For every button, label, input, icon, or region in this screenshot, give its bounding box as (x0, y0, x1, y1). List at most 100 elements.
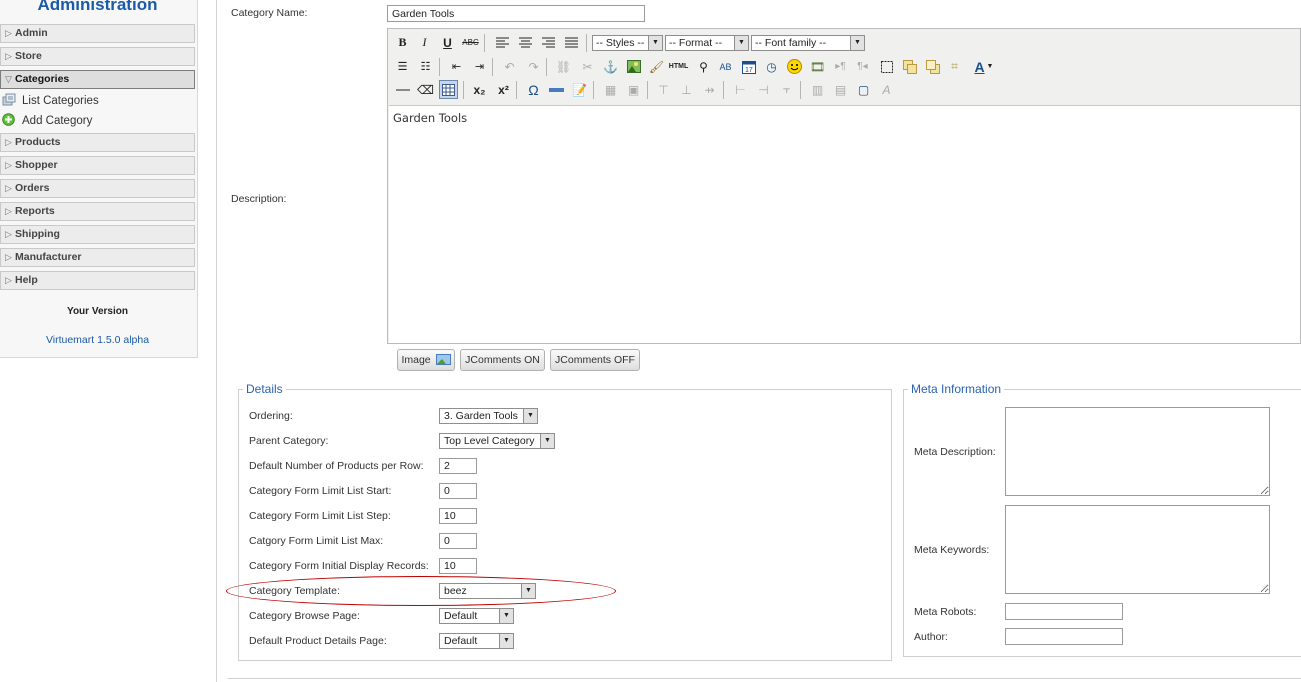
limit-list-max-input[interactable] (439, 533, 477, 549)
move-layer-icon[interactable] (923, 57, 942, 76)
ordering-select[interactable]: 3. Garden Tools ▼ (439, 408, 538, 424)
sidebar-item-store[interactable]: ▷ Store (0, 47, 195, 66)
toolbar-separator (723, 81, 724, 99)
meta-description-textarea[interactable] (1005, 407, 1270, 496)
fullscreen-icon[interactable] (877, 57, 896, 76)
bullet-list-icon[interactable]: ☰ (393, 57, 412, 76)
link-icon[interactable]: ⛓ (554, 57, 573, 76)
delete-col-icon[interactable]: ⫟ (777, 80, 796, 99)
row-after-icon[interactable]: ⊥ (677, 80, 696, 99)
horizontal-rule-icon[interactable] (393, 80, 412, 99)
font-family-select[interactable]: -- Font family -- ▼ (751, 35, 865, 51)
table-props-icon[interactable]: ▣ (624, 80, 643, 99)
styles-select[interactable]: -- Styles -- ▼ (592, 35, 663, 51)
sidebar-item-help[interactable]: ▷ Help (0, 271, 195, 290)
sidebar-subitem-add-category[interactable]: Add Category (0, 112, 195, 130)
parent-category-select[interactable]: Top Level Category ▼ (439, 433, 555, 449)
products-per-row-input[interactable] (439, 458, 477, 474)
limit-list-start-input[interactable] (439, 483, 477, 499)
bold-button[interactable]: B (393, 33, 412, 52)
sidebar-item-reports[interactable]: ▷ Reports (0, 202, 195, 221)
toolbar-separator (463, 81, 464, 99)
row-before-icon[interactable]: ⊤ (654, 80, 673, 99)
undo-icon[interactable]: ↶ (500, 57, 519, 76)
visual-aid-icon[interactable] (439, 80, 458, 99)
insert-date-icon[interactable]: 17 (739, 57, 758, 76)
jcomments-on-button[interactable]: JComments ON (460, 349, 545, 371)
category-name-label: Category Name: (231, 7, 308, 19)
sidebar-subitem-label: List Categories (22, 95, 99, 107)
strikethrough-button[interactable]: ABC (461, 33, 480, 52)
col-before-icon[interactable]: ⊢ (731, 80, 750, 99)
cleanup-icon[interactable]: 🖌 (647, 57, 666, 76)
chevron-down-icon: ▼ (540, 434, 554, 448)
image-button-label: Image (401, 354, 431, 366)
sidebar-item-products[interactable]: ▷ Products (0, 133, 195, 152)
sidebar-item-label: Products (15, 136, 61, 148)
jcomments-off-button[interactable]: JComments OFF (550, 349, 640, 371)
numbered-list-icon[interactable]: ☷ (416, 57, 435, 76)
edit-icon[interactable]: 📝 (570, 80, 589, 99)
subscript-icon[interactable]: x₂ (470, 80, 489, 99)
image-button[interactable]: Image (397, 349, 455, 371)
chevron-right-icon: ▷ (5, 206, 12, 216)
author-input[interactable] (1005, 628, 1123, 645)
special-char-icon[interactable]: Ω (524, 80, 543, 99)
meta-robots-input[interactable] (1005, 603, 1123, 620)
cell-props-icon[interactable]: ▢ (854, 80, 873, 99)
replace-icon[interactable]: AB (716, 57, 735, 76)
sidebar-item-categories[interactable]: ▽ Categories (0, 70, 195, 89)
category-name-input[interactable] (387, 5, 645, 22)
products-per-row-label: Default Number of Products per Row: (249, 460, 424, 472)
table-icon[interactable]: ▦ (601, 80, 620, 99)
delete-row-icon[interactable]: ⇸ (700, 80, 719, 99)
product-details-page-select[interactable]: Default ▼ (439, 633, 514, 649)
format-select[interactable]: -- Format -- ▼ (665, 35, 749, 51)
remove-format-icon[interactable]: ⌫ (416, 80, 435, 99)
sidebar-item-manufacturer[interactable]: ▷ Manufacturer (0, 248, 195, 267)
category-browse-page-select[interactable]: Default ▼ (439, 608, 514, 624)
chevron-down-icon[interactable]: ▼ (985, 57, 995, 76)
limit-list-step-input[interactable] (439, 508, 477, 524)
italic-button[interactable]: I (415, 33, 434, 52)
category-template-select[interactable]: beez ▼ (439, 583, 536, 599)
insert-layer-icon[interactable] (900, 57, 919, 76)
sidebar-item-shipping[interactable]: ▷ Shipping (0, 225, 195, 244)
find-icon[interactable]: ⚲ (694, 57, 713, 76)
ltr-icon[interactable]: ▸¶ (831, 57, 850, 76)
insert-time-icon[interactable]: ◷ (762, 57, 781, 76)
anchor-icon[interactable]: ⚓ (601, 57, 620, 76)
styleprops-icon[interactable]: A (877, 80, 896, 99)
editor-content-area[interactable]: Garden Tools (389, 105, 1300, 343)
sidebar-item-shopper[interactable]: ▷ Shopper (0, 156, 195, 175)
rtl-icon[interactable]: ¶◂ (853, 57, 872, 76)
main-bottom-border (228, 678, 1301, 679)
align-center-icon[interactable] (516, 33, 535, 52)
split-cells-icon[interactable]: ▥ (808, 80, 827, 99)
unlink-icon[interactable]: ✂ (578, 57, 597, 76)
outdent-icon[interactable]: ⇤ (447, 57, 466, 76)
format-select-value: -- Format -- (669, 37, 723, 49)
merge-cells-icon[interactable]: ▤ (831, 80, 850, 99)
absolute-position-icon[interactable]: ⌗ (945, 57, 964, 76)
meta-keywords-textarea[interactable] (1005, 505, 1270, 594)
emotions-icon[interactable] (785, 57, 804, 76)
indent-icon[interactable]: ⇥ (470, 57, 489, 76)
sidebar-item-admin[interactable]: ▷ Admin (0, 24, 195, 43)
underline-button[interactable]: U (438, 33, 457, 52)
align-left-icon[interactable] (493, 33, 512, 52)
col-after-icon[interactable]: ⊣ (754, 80, 773, 99)
version-title: Your Version (67, 306, 128, 317)
sidebar-item-orders[interactable]: ▷ Orders (0, 179, 195, 198)
version-link[interactable]: Virtuemart 1.5.0 alpha (0, 334, 195, 346)
superscript-icon[interactable]: x² (494, 80, 513, 99)
insert-media-icon[interactable]: 🎞 (808, 57, 827, 76)
redo-icon[interactable]: ↷ (524, 57, 543, 76)
initial-display-records-input[interactable] (439, 558, 477, 574)
insert-image-icon[interactable] (624, 57, 643, 76)
html-source-icon[interactable]: HTML (669, 57, 688, 76)
insert-hr-icon[interactable] (547, 80, 566, 99)
align-right-icon[interactable] (539, 33, 558, 52)
sidebar-subitem-list-categories[interactable]: List Categories (0, 92, 195, 110)
align-justify-icon[interactable] (562, 33, 581, 52)
